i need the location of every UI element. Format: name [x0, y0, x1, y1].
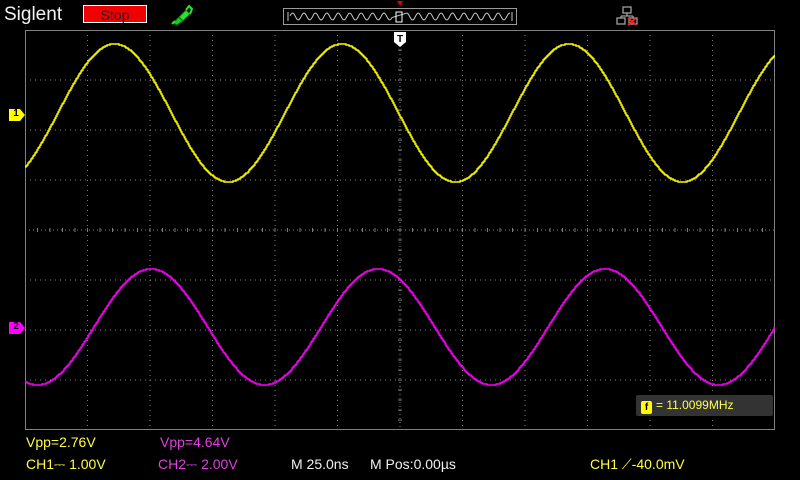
trigger-position-icon	[397, 1, 403, 6]
memory-window-marker	[395, 11, 403, 23]
ch1-scale[interactable]: CH1⎓ 1.00V	[26, 456, 106, 473]
frequency-readout: f = 11.0099MHz	[636, 395, 773, 416]
ch1-offset-marker[interactable]: 1	[9, 108, 25, 121]
waveform-display[interactable]	[24, 29, 776, 431]
ch2-vpp-measurement: Vpp=4.64V	[160, 434, 230, 450]
trigger-info[interactable]: CH1 ⟋-40.0mV	[590, 456, 685, 473]
frequency-icon: f	[641, 401, 652, 414]
memory-waveform-icon	[287, 11, 513, 23]
ch1-marker-label: 1	[13, 108, 19, 119]
ch2-scale[interactable]: CH2⎓ 2.00V	[158, 456, 238, 473]
trigger-marker-label: T	[397, 34, 403, 45]
ch2-offset-marker[interactable]: 2	[9, 321, 25, 334]
trigger-marker[interactable]: T	[394, 32, 406, 47]
run-stop-indicator[interactable]: Stop	[83, 5, 147, 23]
probe-connected-icon	[171, 4, 194, 26]
waveform-grid	[24, 29, 776, 431]
timebase[interactable]: M 25.0ns	[291, 456, 349, 472]
frequency-value: = 11.0099MHz	[656, 398, 734, 412]
ch1-trace	[25, 43, 776, 183]
ch2-marker-label: 2	[13, 321, 19, 332]
memory-position[interactable]: M Pos:0.00µs	[370, 456, 456, 472]
brand-label: Siglent	[4, 4, 63, 25]
memory-position-bar[interactable]	[283, 8, 517, 25]
ch1-vpp-measurement: Vpp=2.76V	[26, 434, 96, 450]
network-disconnected-icon	[616, 6, 638, 26]
